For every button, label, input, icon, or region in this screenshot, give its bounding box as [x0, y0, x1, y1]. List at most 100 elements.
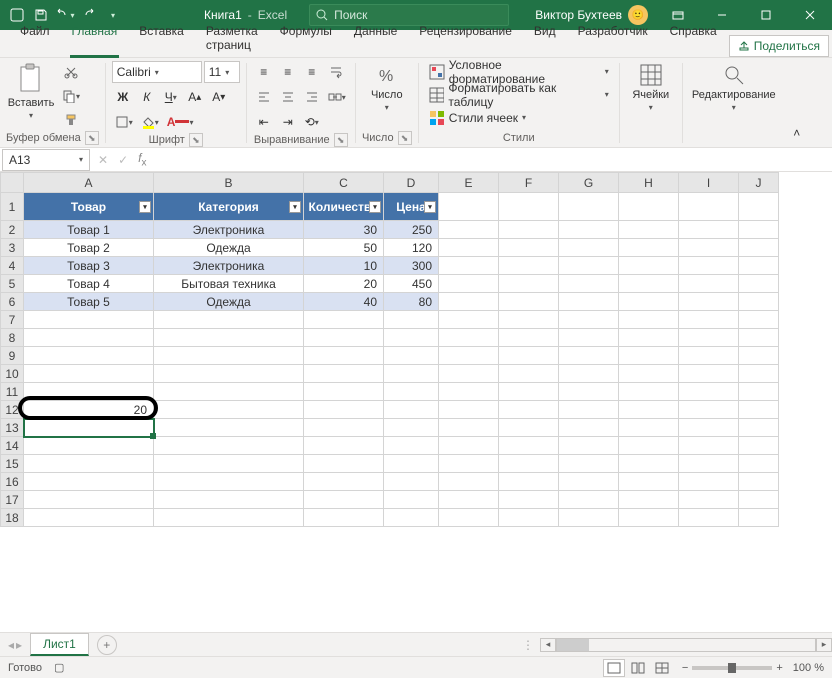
cell[interactable]: Одежда [154, 293, 304, 311]
cell[interactable]: 30 [304, 221, 384, 239]
cell[interactable] [304, 473, 384, 491]
ribbon-tab-рецензирование[interactable]: Рецензирование [409, 19, 522, 57]
row-header[interactable]: 1 [1, 193, 24, 221]
cell[interactable]: 120 [384, 239, 439, 257]
cell[interactable] [679, 401, 739, 419]
cell[interactable] [739, 401, 779, 419]
cell[interactable] [739, 383, 779, 401]
cell[interactable] [679, 239, 739, 257]
cell[interactable] [739, 365, 779, 383]
cell[interactable]: Товар 1 [24, 221, 154, 239]
cell[interactable] [679, 293, 739, 311]
cell[interactable] [739, 509, 779, 527]
copy-button[interactable]: ▾ [59, 85, 83, 107]
cell[interactable] [559, 491, 619, 509]
cell[interactable] [499, 193, 559, 221]
table-header-cell[interactable]: Количество▾ [304, 193, 384, 221]
conditional-formatting-button[interactable]: Условное форматирование▾ [425, 61, 613, 82]
select-all-corner[interactable] [1, 173, 24, 193]
filter-icon[interactable]: ▾ [424, 201, 436, 213]
cell[interactable] [439, 275, 499, 293]
cell[interactable] [499, 311, 559, 329]
cell[interactable] [619, 383, 679, 401]
cell[interactable] [619, 455, 679, 473]
cell[interactable] [619, 257, 679, 275]
selection-grip[interactable] [150, 433, 156, 439]
cell[interactable] [304, 311, 384, 329]
row-header[interactable]: 18 [1, 509, 24, 527]
cell[interactable] [619, 437, 679, 455]
row-header[interactable]: 4 [1, 257, 24, 275]
cell[interactable] [24, 419, 154, 437]
cell[interactable] [679, 347, 739, 365]
shrink-font-button[interactable]: A▾ [208, 86, 230, 108]
ribbon-tab-данные[interactable]: Данные [344, 19, 407, 57]
cell[interactable] [619, 275, 679, 293]
cell[interactable] [304, 365, 384, 383]
cell[interactable] [499, 419, 559, 437]
editing-button[interactable]: Редактирование ▾ [689, 61, 779, 131]
italic-button[interactable]: К [136, 86, 158, 108]
cell[interactable] [439, 257, 499, 275]
ribbon-tab-файл[interactable]: Файл [10, 19, 60, 57]
cell[interactable] [739, 311, 779, 329]
cell[interactable] [24, 491, 154, 509]
cell[interactable] [154, 419, 304, 437]
cell[interactable] [559, 365, 619, 383]
cell[interactable] [499, 329, 559, 347]
cell[interactable] [384, 347, 439, 365]
formula-input[interactable] [156, 149, 826, 171]
cell[interactable] [739, 455, 779, 473]
font-color-button[interactable]: A▾ [164, 111, 197, 133]
enter-formula-icon[interactable]: ✓ [118, 153, 128, 167]
increase-indent-button[interactable]: ⇥ [277, 111, 299, 133]
cell[interactable] [679, 193, 739, 221]
zoom-out-button[interactable]: − [682, 662, 688, 674]
row-header[interactable]: 10 [1, 365, 24, 383]
cell[interactable] [619, 365, 679, 383]
cell[interactable] [154, 473, 304, 491]
share-button[interactable]: Поделиться [729, 35, 829, 57]
cell[interactable] [154, 509, 304, 527]
cell[interactable] [739, 293, 779, 311]
table-header-cell[interactable]: Категория▾ [154, 193, 304, 221]
cell[interactable] [559, 329, 619, 347]
cell[interactable] [304, 455, 384, 473]
format-as-table-button[interactable]: Форматировать как таблицу▾ [425, 84, 613, 105]
row-header[interactable]: 12 [1, 401, 24, 419]
cell[interactable] [679, 437, 739, 455]
cell[interactable] [739, 239, 779, 257]
collapse-ribbon-button[interactable]: ˄ [785, 119, 809, 147]
cell[interactable] [559, 221, 619, 239]
cell[interactable] [619, 473, 679, 491]
cell[interactable] [679, 275, 739, 293]
row-header[interactable]: 17 [1, 491, 24, 509]
col-header[interactable]: I [679, 173, 739, 193]
cell[interactable] [679, 383, 739, 401]
cell[interactable] [559, 419, 619, 437]
cell[interactable] [559, 455, 619, 473]
cell[interactable] [384, 383, 439, 401]
cell[interactable] [304, 383, 384, 401]
ribbon-tab-главная[interactable]: Главная [62, 19, 128, 57]
cell[interactable] [679, 221, 739, 239]
col-header[interactable]: C [304, 173, 384, 193]
cell[interactable]: Товар 2 [24, 239, 154, 257]
cell[interactable] [24, 365, 154, 383]
cell[interactable] [439, 419, 499, 437]
cell[interactable] [439, 311, 499, 329]
cell[interactable] [439, 365, 499, 383]
decrease-indent-button[interactable]: ⇤ [253, 111, 275, 133]
cell[interactable] [24, 347, 154, 365]
cell[interactable]: Электроника [154, 221, 304, 239]
cell[interactable] [24, 383, 154, 401]
cell[interactable] [679, 455, 739, 473]
cell[interactable] [439, 239, 499, 257]
align-right-button[interactable] [301, 86, 323, 108]
name-box[interactable]: A13▾ [2, 149, 90, 171]
cell[interactable] [679, 509, 739, 527]
cell[interactable] [439, 293, 499, 311]
paste-button[interactable]: Вставить ▾ [6, 61, 56, 131]
align-left-button[interactable] [253, 86, 275, 108]
col-header[interactable]: E [439, 173, 499, 193]
